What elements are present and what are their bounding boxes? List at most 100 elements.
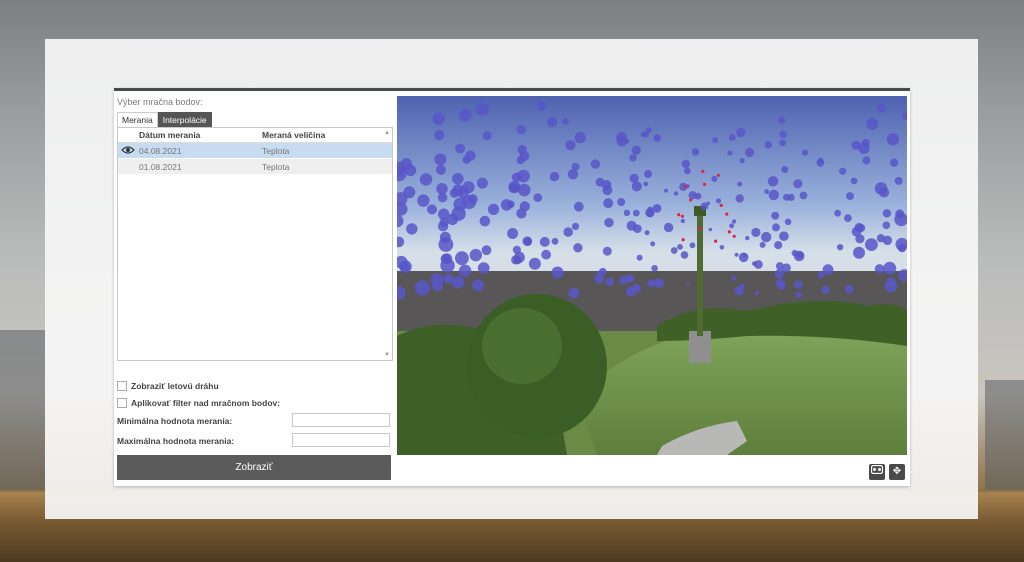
point: [822, 264, 834, 276]
point: [677, 244, 683, 250]
point: [886, 133, 900, 146]
point: [573, 201, 584, 212]
point: [604, 217, 614, 228]
point: [432, 280, 443, 292]
column-quantity[interactable]: Meraná veličina: [262, 130, 325, 140]
point: [768, 189, 779, 201]
apply-filter-option[interactable]: Aplikovať filter nad mračnom bodov:: [117, 398, 280, 408]
point: [640, 132, 646, 137]
point: [688, 191, 697, 200]
point: [771, 211, 780, 220]
point: [894, 176, 903, 185]
point: [547, 117, 558, 128]
background-structure-right: [985, 380, 1024, 490]
point: [799, 191, 808, 200]
table-row[interactable]: 04.08.2021 Teplota: [118, 143, 392, 159]
point: [458, 108, 472, 122]
point: [465, 150, 476, 161]
point: [775, 278, 785, 288]
point: [477, 262, 490, 274]
point: [549, 171, 560, 182]
point: [644, 169, 652, 178]
point: [406, 223, 418, 235]
point: [729, 223, 734, 229]
vr-headset-icon[interactable]: [869, 464, 885, 480]
point: [595, 177, 605, 187]
tab-interpolacie[interactable]: Interpolácie: [157, 112, 212, 127]
point: [745, 235, 750, 241]
point: [513, 251, 525, 263]
background-structure-left: [0, 330, 45, 490]
point: [817, 271, 825, 278]
show-flight-path-checkbox[interactable]: [117, 381, 127, 391]
point: [571, 162, 580, 171]
3d-viewer[interactable]: [397, 96, 907, 455]
point: [737, 181, 743, 187]
point: [472, 279, 485, 292]
point: [458, 264, 472, 278]
measurement-table: Dátum merania Meraná veličina ▲ 04.08.20…: [117, 127, 393, 361]
point: [434, 153, 447, 166]
point: [462, 181, 475, 194]
point: [479, 215, 491, 227]
point: [467, 194, 478, 204]
point: [865, 238, 878, 252]
point: [519, 201, 530, 212]
show-button[interactable]: Zobraziť: [117, 455, 391, 480]
point: [563, 227, 573, 237]
point: [759, 241, 766, 248]
point: [754, 260, 763, 269]
point: [681, 159, 691, 169]
point: [691, 148, 700, 156]
point: [636, 254, 643, 261]
scroll-down-icon[interactable]: ▼: [384, 352, 390, 358]
tab-bar: Merania Interpolácie: [117, 112, 212, 127]
apply-filter-label: Aplikovať filter nad mračnom bodov:: [131, 398, 281, 408]
point: [443, 273, 454, 284]
scroll-up-icon[interactable]: ▲: [384, 130, 390, 136]
table-row[interactable]: 01.08.2021 Teplota: [118, 159, 392, 175]
point: [874, 182, 888, 195]
max-value-label: Maximálna hodnota merania:: [117, 436, 235, 446]
move-icon[interactable]: ✥: [889, 464, 905, 480]
point: [539, 236, 550, 247]
point: [767, 176, 779, 187]
point: [435, 164, 446, 175]
eye-icon[interactable]: [121, 145, 135, 155]
point: [738, 252, 749, 263]
point: [617, 198, 626, 206]
column-date[interactable]: Dátum merania: [139, 130, 200, 140]
point-hot: [689, 198, 693, 202]
point: [616, 131, 627, 143]
point: [631, 181, 642, 192]
point: [844, 214, 852, 222]
point: [686, 282, 690, 287]
point: [731, 275, 737, 281]
point: [680, 251, 689, 259]
3d-scene[interactable]: [397, 96, 907, 455]
point: [839, 167, 847, 175]
min-value-input[interactable]: [292, 413, 390, 427]
point-hot: [719, 203, 723, 207]
point-hot: [680, 214, 684, 218]
point: [711, 175, 718, 182]
point: [673, 191, 679, 196]
tab-merania[interactable]: Merania: [117, 112, 158, 127]
point: [437, 192, 448, 203]
max-value-input[interactable]: [292, 433, 390, 447]
point: [712, 137, 719, 144]
point: [897, 243, 907, 253]
apply-filter-checkbox[interactable]: [117, 398, 127, 408]
show-flight-path-option[interactable]: Zobraziť letovú dráhu: [117, 381, 219, 391]
point: [507, 228, 519, 239]
point: [774, 241, 783, 250]
point-hot: [727, 230, 731, 234]
point: [781, 263, 791, 273]
point: [653, 134, 662, 142]
point: [590, 159, 601, 169]
point: [574, 132, 586, 144]
point: [427, 204, 437, 215]
point: [644, 230, 650, 236]
point: [568, 287, 580, 299]
point: [565, 140, 576, 151]
